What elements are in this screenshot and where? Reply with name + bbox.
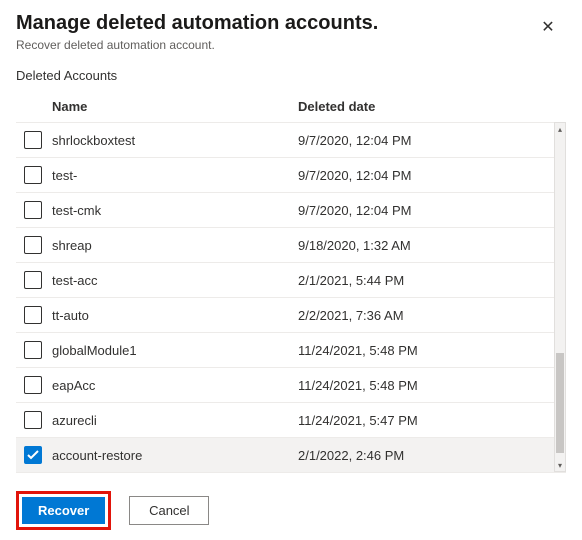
row-checkbox[interactable] — [24, 341, 42, 359]
dialog-subtitle: Recover deleted automation account. — [16, 38, 536, 52]
table-body: shrlockboxtest9/7/2020, 12:04 PMtest-9/7… — [16, 122, 566, 472]
row-date: 9/7/2020, 12:04 PM — [298, 168, 554, 183]
row-date: 11/24/2021, 5:47 PM — [298, 413, 554, 428]
table-row[interactable]: tt-auto2/2/2021, 7:36 AM — [16, 297, 554, 332]
row-name: test- — [52, 168, 298, 183]
row-date: 2/2/2021, 7:36 AM — [298, 308, 554, 323]
row-checkbox[interactable] — [24, 131, 42, 149]
row-checkbox[interactable] — [24, 236, 42, 254]
recover-button[interactable]: Recover — [22, 497, 105, 524]
close-icon: ✕ — [541, 19, 554, 36]
row-date: 9/18/2020, 1:32 AM — [298, 238, 554, 253]
row-checkbox[interactable] — [24, 166, 42, 184]
table-row[interactable]: test-9/7/2020, 12:04 PM — [16, 157, 554, 192]
row-date: 11/24/2021, 5:48 PM — [298, 343, 554, 358]
row-name: azurecli — [52, 413, 298, 428]
row-name: test-acc — [52, 273, 298, 288]
table-row[interactable]: shrlockboxtest9/7/2020, 12:04 PM — [16, 122, 554, 157]
row-name: test-cmk — [52, 203, 298, 218]
accounts-table: Name Deleted date shrlockboxtest9/7/2020… — [16, 91, 566, 473]
row-name: tt-auto — [52, 308, 298, 323]
row-date: 2/1/2021, 5:44 PM — [298, 273, 554, 288]
row-name: shrlockboxtest — [52, 133, 298, 148]
table-row[interactable]: eapAcc11/24/2021, 5:48 PM — [16, 367, 554, 402]
row-date: 9/7/2020, 12:04 PM — [298, 203, 554, 218]
table-row[interactable]: globalModule111/24/2021, 5:48 PM — [16, 332, 554, 367]
dialog-title: Manage deleted automation accounts. — [16, 10, 536, 36]
row-checkbox[interactable] — [24, 306, 42, 324]
row-name: shreap — [52, 238, 298, 253]
row-name: globalModule1 — [52, 343, 298, 358]
table-row[interactable]: test-acc2/1/2021, 5:44 PM — [16, 262, 554, 297]
table-row[interactable]: test-cmk9/7/2020, 12:04 PM — [16, 192, 554, 227]
table-row[interactable]: shreap9/18/2020, 1:32 AM — [16, 227, 554, 262]
column-name[interactable]: Name — [52, 99, 298, 114]
table-row[interactable]: azurecli11/24/2021, 5:47 PM — [16, 402, 554, 437]
vertical-scrollbar[interactable]: ▴ ▾ — [554, 122, 566, 472]
dialog-footer: Recover Cancel — [16, 491, 566, 530]
row-checkbox[interactable] — [24, 446, 42, 464]
column-deleted-date[interactable]: Deleted date — [298, 99, 566, 114]
dialog-panel: Manage deleted automation accounts. Reco… — [0, 0, 582, 540]
row-checkbox[interactable] — [24, 201, 42, 219]
table-row[interactable]: account-restore2/1/2022, 2:46 PM — [16, 437, 554, 472]
scroll-down-icon[interactable]: ▾ — [555, 459, 565, 471]
scrollbar-thumb[interactable] — [556, 353, 564, 453]
deleted-accounts-label: Deleted Accounts — [16, 68, 566, 83]
cancel-button[interactable]: Cancel — [129, 496, 209, 525]
row-checkbox[interactable] — [24, 376, 42, 394]
scroll-up-icon[interactable]: ▴ — [555, 123, 565, 135]
recover-highlight: Recover — [16, 491, 111, 530]
row-name: eapAcc — [52, 378, 298, 393]
row-checkbox[interactable] — [24, 271, 42, 289]
row-checkbox[interactable] — [24, 411, 42, 429]
close-button[interactable]: ✕ — [536, 16, 560, 40]
dialog-header: Manage deleted automation accounts. Reco… — [16, 10, 566, 52]
table-header: Name Deleted date — [16, 91, 566, 122]
row-name: account-restore — [52, 448, 298, 463]
row-date: 2/1/2022, 2:46 PM — [298, 448, 554, 463]
check-icon — [27, 450, 39, 460]
row-date: 9/7/2020, 12:04 PM — [298, 133, 554, 148]
row-date: 11/24/2021, 5:48 PM — [298, 378, 554, 393]
